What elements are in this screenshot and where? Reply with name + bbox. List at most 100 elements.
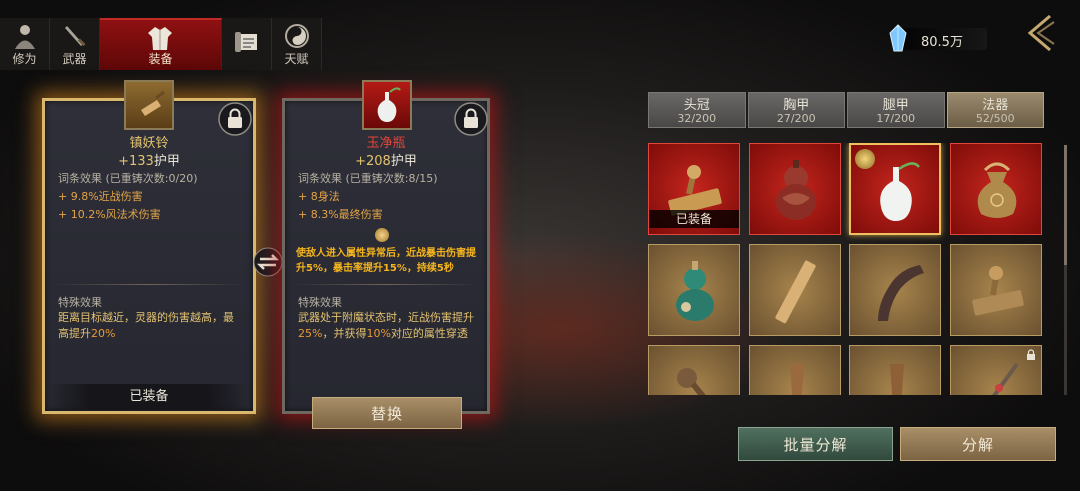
staff-icon (992, 362, 1019, 395)
affix-title: 词条效果 (已重铸次数:8/15) (298, 172, 438, 185)
stat-line: + 8.3%最终伤害 (298, 208, 383, 221)
slot-tab-label: 法器 (982, 98, 1009, 113)
currency-value: 80.5万 (921, 35, 963, 50)
armor-value: +208 (355, 154, 391, 169)
item-armor: +208护甲 (282, 150, 490, 169)
slot-tab-count: 52/500 (975, 112, 1015, 125)
back-icon[interactable] (1022, 12, 1058, 54)
equipped-label: 已装备 (129, 389, 169, 404)
club-icon (790, 364, 804, 395)
special-title: 特殊效果 (58, 296, 102, 309)
item-thumbnail (124, 80, 174, 130)
item-name: 玉净瓶 (366, 136, 406, 151)
slot-tab-label: 头冠 (683, 98, 710, 113)
tab-label: 天赋 (284, 52, 309, 66)
lock-icon[interactable] (454, 102, 488, 136)
stat-line: + 9.8%近战伤害 (58, 190, 143, 203)
equipped-status-bar: 已装备 (50, 384, 248, 410)
tab-scroll[interactable] (222, 18, 272, 70)
slot-tabs: 头冠 32/200 胸甲 27/200 腿甲 17/200 法器 52/500 (648, 92, 1044, 128)
tab-talent[interactable]: 天赋 (272, 18, 322, 70)
bagua-icon (285, 24, 309, 48)
batch-decompose-button[interactable]: 批量分解 (738, 427, 893, 461)
slot-tab-count: 27/200 (776, 112, 816, 125)
inventory-slot[interactable] (749, 143, 841, 235)
special-highlight: 25% (298, 327, 323, 340)
divider (294, 284, 478, 285)
item-thumbnail (362, 80, 412, 130)
set-bonus: 使敌人进入属性异常后，近战暴击伤害提升5%，暴击率提升15%，持续5秒 (296, 248, 476, 274)
affix-gem-icon (375, 228, 389, 242)
stat-line: + 10.2%风法术伤害 (58, 208, 161, 221)
sword-icon (65, 26, 86, 47)
scrollbar-thumb[interactable] (1064, 145, 1067, 265)
decompose-button[interactable]: 分解 (900, 427, 1056, 461)
slot-tab-label: 胸甲 (783, 98, 810, 113)
armor-label: 护甲 (390, 154, 417, 169)
cultivator-icon (15, 25, 35, 49)
special-effect: 武器处于附魔状态时，近战伤害提升 25%，并获得10%对应的属性穿透 (298, 310, 476, 342)
special-text: 距离目标越近，灵器的伤害越高，最高提升 (58, 311, 234, 340)
inventory-slot[interactable] (950, 345, 1042, 395)
tab-crown[interactable]: 头冠 32/200 (648, 92, 746, 128)
tab-equipment[interactable]: 装备 (100, 18, 222, 70)
inventory-grid: 已装备 (648, 143, 1044, 395)
affix-title: 词条效果 (已重铸次数:0/20) (58, 172, 198, 185)
equipped-tag: 已装备 (649, 210, 739, 228)
bamboo-slip-icon (775, 260, 816, 324)
robe-icon (148, 27, 172, 50)
inventory-slot[interactable] (849, 244, 941, 336)
replace-button[interactable]: 替换 (312, 397, 462, 429)
inventory-slot[interactable] (648, 244, 740, 336)
tab-label: 装备 (148, 52, 173, 66)
inventory-slot[interactable] (950, 244, 1042, 336)
inventory-scrollbar[interactable] (1064, 145, 1067, 395)
item-name: 镇妖铃 (129, 136, 169, 151)
inventory-slot[interactable] (950, 143, 1042, 235)
special-text: ，并获得 (322, 327, 367, 340)
bell-icon (141, 90, 165, 116)
stat-line: + 8身法 (298, 190, 340, 203)
inventory-slot[interactable] (849, 345, 941, 395)
inventory-slot[interactable]: 已装备 (648, 143, 740, 235)
slot-tab-label: 腿甲 (882, 98, 909, 113)
tab-legs[interactable]: 腿甲 17/200 (847, 92, 945, 128)
armor-value: +133 (118, 154, 154, 169)
gourd-red-icon (776, 160, 816, 220)
slot-tab-count: 32/200 (677, 112, 717, 125)
item-armor: +133护甲 (42, 150, 256, 169)
compared-item-card: 玉净瓶 +208护甲 词条效果 (已重铸次数:8/15) + 8身法 + 8.3… (282, 80, 490, 414)
currency-display: 80.5万 (885, 24, 987, 52)
tab-artifact[interactable]: 法器 52/500 (946, 92, 1044, 128)
top-nav: 修为 武器 装备 天赋 (0, 18, 322, 70)
armor-label: 护甲 (153, 154, 180, 169)
special-highlight: 10% (366, 327, 391, 340)
stamp-icon (972, 266, 1024, 316)
swap-arrows-icon (253, 247, 283, 277)
slot-tab-count: 17/200 (876, 112, 916, 125)
jade-vase-icon (880, 162, 920, 221)
special-effect: 距离目标越近，灵器的伤害越高，最高提升20% (58, 310, 242, 342)
special-highlight: 20% (91, 327, 116, 340)
special-text: 对应的属性穿透 (390, 327, 468, 340)
horn-icon (878, 265, 924, 321)
jade-vase-icon (377, 87, 401, 122)
crystal-icon (889, 24, 907, 52)
equipped-item-card: 镇妖铃 +133护甲 词条效果 (已重铸次数:0/20) + 9.8%近战伤害 … (42, 80, 256, 414)
tab-weapon[interactable]: 武器 (50, 18, 100, 70)
club-icon (890, 364, 904, 395)
pouch-icon (977, 162, 1017, 218)
scroll-icon (235, 32, 257, 52)
tab-cultivation[interactable]: 修为 (0, 18, 50, 70)
lock-icon[interactable] (218, 102, 252, 136)
special-text: 武器处于附魔状态时，近战伤害提升 (298, 311, 474, 324)
tab-chest[interactable]: 胸甲 27/200 (747, 92, 845, 128)
tab-label: 修为 (12, 52, 37, 66)
inventory-slot[interactable] (648, 345, 740, 395)
special-title: 特殊效果 (298, 296, 342, 309)
inventory-slot[interactable] (749, 244, 841, 336)
tab-label: 武器 (62, 52, 87, 66)
gourd-green-icon (676, 261, 714, 321)
inventory-slot-selected[interactable] (849, 143, 941, 235)
inventory-slot[interactable] (749, 345, 841, 395)
